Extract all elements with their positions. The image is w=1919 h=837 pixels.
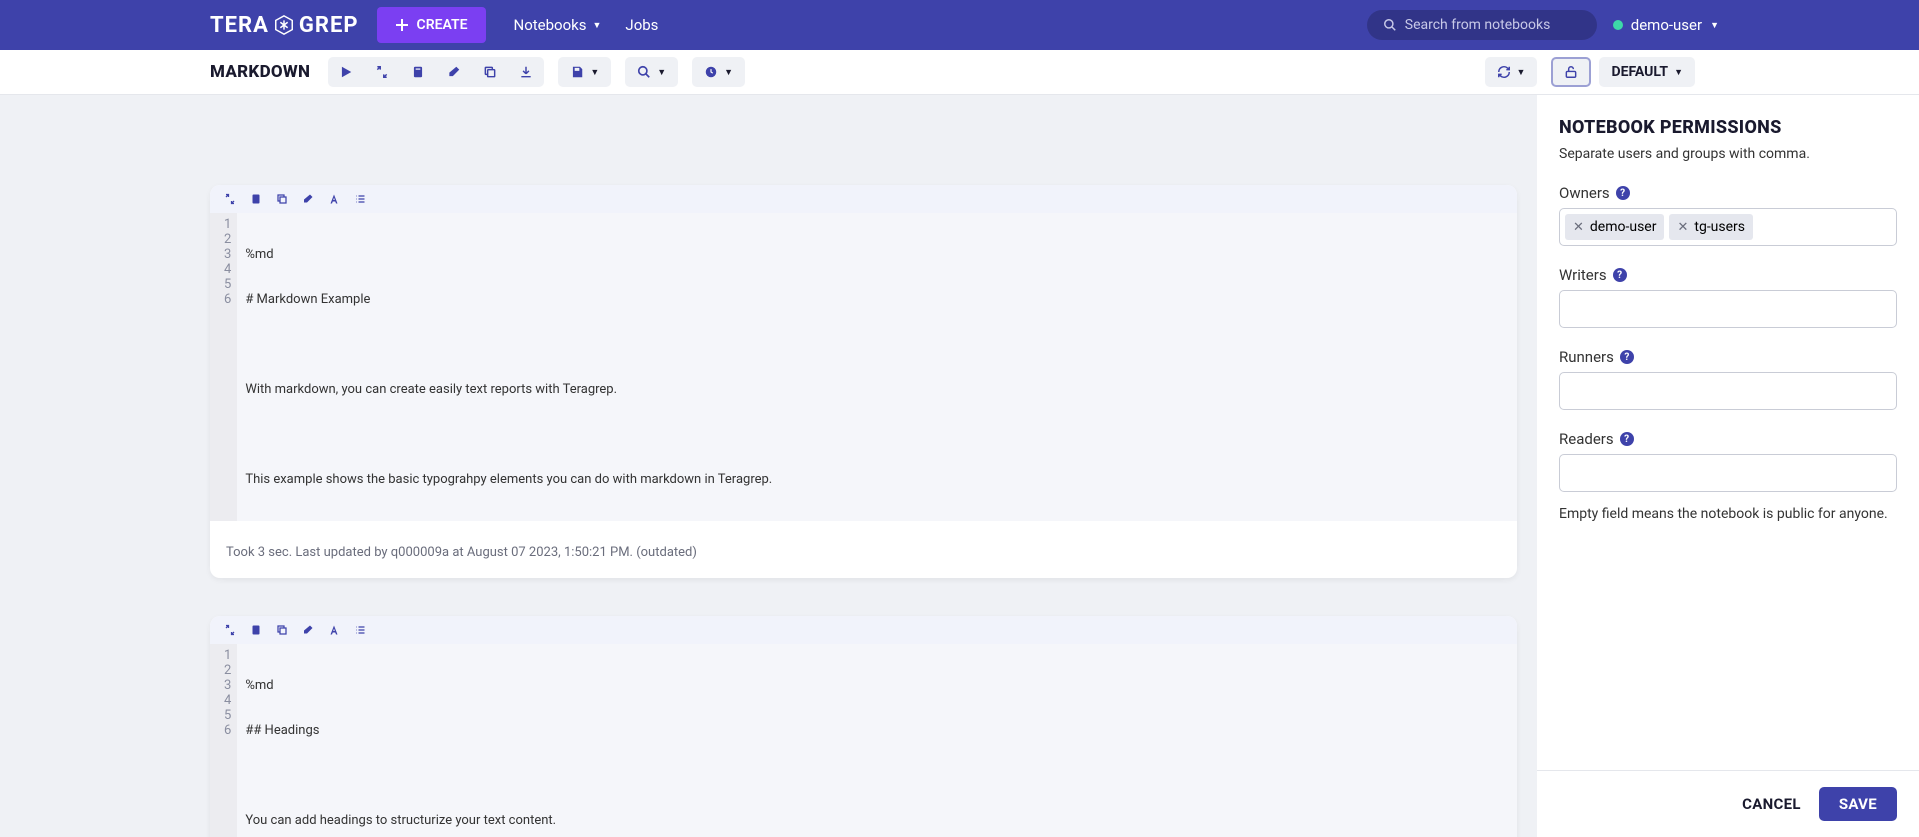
run-all-button[interactable] — [328, 57, 364, 87]
interpreter-dropdown[interactable]: DEFAULT ▼ — [1599, 57, 1695, 87]
chevron-down-icon: ▼ — [590, 67, 599, 78]
writers-label: Writers ? — [1559, 266, 1897, 284]
logo-text-right: GREP — [299, 13, 359, 38]
plus-icon — [395, 18, 409, 32]
remove-tag-icon[interactable]: ✕ — [1573, 220, 1584, 235]
create-label: CREATE — [417, 17, 468, 33]
writers-input[interactable] — [1559, 290, 1897, 328]
notebook-main: 123456 %md # Markdown Example With markd… — [0, 95, 1537, 837]
help-icon[interactable]: ? — [1620, 432, 1634, 446]
copy-icon[interactable] — [472, 57, 508, 87]
readers-label: Readers ? — [1559, 430, 1897, 448]
refresh-dropdown[interactable]: ▼ — [1485, 57, 1538, 87]
collapse-icon[interactable] — [224, 624, 236, 636]
remove-tag-icon[interactable]: ✕ — [1677, 220, 1688, 235]
eraser-icon[interactable] — [436, 57, 472, 87]
status-dot-icon — [1613, 20, 1623, 30]
book-icon[interactable] — [250, 193, 262, 205]
collapse-icon[interactable] — [224, 193, 236, 205]
top-navbar: TERA GREP CREATE Notebooks ▼ Jobs demo-u… — [0, 0, 1919, 50]
panel-note: Empty field means the notebook is public… — [1559, 506, 1897, 522]
paragraph-toolbar — [210, 616, 1517, 644]
chevron-down-icon: ▼ — [593, 20, 602, 31]
paragraph-card: 123456 %md ## Headings You can add headi… — [210, 616, 1517, 837]
owner-tag: ✕ tg-users — [1669, 214, 1753, 240]
copy-icon[interactable] — [276, 193, 288, 205]
panel-footer: CANCEL SAVE — [1537, 770, 1919, 837]
code-editor[interactable]: 123456 %md # Markdown Example With markd… — [210, 213, 1517, 521]
list-icon[interactable] — [354, 193, 366, 205]
readers-input[interactable] — [1559, 454, 1897, 492]
code-content[interactable]: %md ## Headings You can add headings to … — [237, 644, 1517, 837]
toolbar-group-run — [328, 57, 544, 87]
paragraph-status: Took 3 sec. Last updated by q000009a at … — [210, 521, 1517, 578]
notebook-toolbar: MARKDOWN ▼ ▼ — [0, 50, 1919, 95]
cancel-button[interactable]: CANCEL — [1742, 795, 1801, 813]
owners-label: Owners ? — [1559, 184, 1897, 202]
owner-tag: ✕ demo-user — [1565, 214, 1664, 240]
user-name: demo-user — [1631, 16, 1702, 34]
list-icon[interactable] — [354, 624, 366, 636]
user-menu[interactable]: demo-user ▼ — [1613, 16, 1719, 34]
logo-text-left: TERA — [210, 13, 269, 38]
search-dropdown[interactable]: ▼ — [625, 57, 678, 87]
font-icon[interactable] — [328, 193, 340, 205]
runners-input[interactable] — [1559, 372, 1897, 410]
chevron-down-icon: ▼ — [1710, 20, 1719, 31]
eraser-icon[interactable] — [302, 624, 314, 636]
code-content[interactable]: %md # Markdown Example With markdown, yo… — [237, 213, 1517, 521]
help-icon[interactable]: ? — [1620, 350, 1634, 364]
panel-subtitle: Separate users and groups with comma. — [1559, 146, 1897, 162]
book-icon[interactable] — [400, 57, 436, 87]
chevron-down-icon: ▼ — [724, 67, 733, 78]
runners-label: Runners ? — [1559, 348, 1897, 366]
search-icon — [1383, 18, 1397, 32]
font-icon[interactable] — [328, 624, 340, 636]
paragraph-toolbar — [210, 185, 1517, 213]
search-input[interactable] — [1405, 17, 1583, 33]
owners-input[interactable]: ✕ demo-user ✕ tg-users — [1559, 208, 1897, 246]
panel-title: NOTEBOOK PERMISSIONS — [1559, 117, 1897, 138]
schedule-dropdown[interactable]: ▼ — [692, 57, 745, 87]
help-icon[interactable]: ? — [1613, 268, 1627, 282]
chevron-down-icon: ▼ — [657, 67, 666, 78]
nav-notebooks[interactable]: Notebooks ▼ — [502, 8, 614, 42]
nav-jobs[interactable]: Jobs — [613, 8, 670, 42]
logo[interactable]: TERA GREP — [210, 13, 359, 38]
search-box[interactable] — [1367, 10, 1597, 40]
help-icon[interactable]: ? — [1616, 186, 1630, 200]
permissions-button[interactable] — [1551, 57, 1591, 87]
collapse-icon[interactable] — [364, 57, 400, 87]
notebook-title[interactable]: MARKDOWN — [210, 62, 310, 82]
book-icon[interactable] — [250, 624, 262, 636]
logo-icon — [273, 14, 295, 36]
chevron-down-icon: ▼ — [1674, 67, 1683, 78]
code-editor[interactable]: 123456 %md ## Headings You can add headi… — [210, 644, 1517, 837]
create-button[interactable]: CREATE — [377, 7, 486, 43]
paragraph-card: 123456 %md # Markdown Example With markd… — [210, 185, 1517, 578]
line-gutter: 123456 — [210, 644, 237, 837]
content-area: 123456 %md # Markdown Example With markd… — [0, 95, 1919, 837]
eraser-icon[interactable] — [302, 193, 314, 205]
download-icon[interactable] — [508, 57, 544, 87]
save-dropdown[interactable]: ▼ — [558, 57, 611, 87]
save-button[interactable]: SAVE — [1819, 787, 1897, 821]
chevron-down-icon: ▼ — [1517, 67, 1526, 78]
copy-icon[interactable] — [276, 624, 288, 636]
line-gutter: 123456 — [210, 213, 237, 521]
permissions-panel: NOTEBOOK PERMISSIONS Separate users and … — [1537, 95, 1919, 837]
